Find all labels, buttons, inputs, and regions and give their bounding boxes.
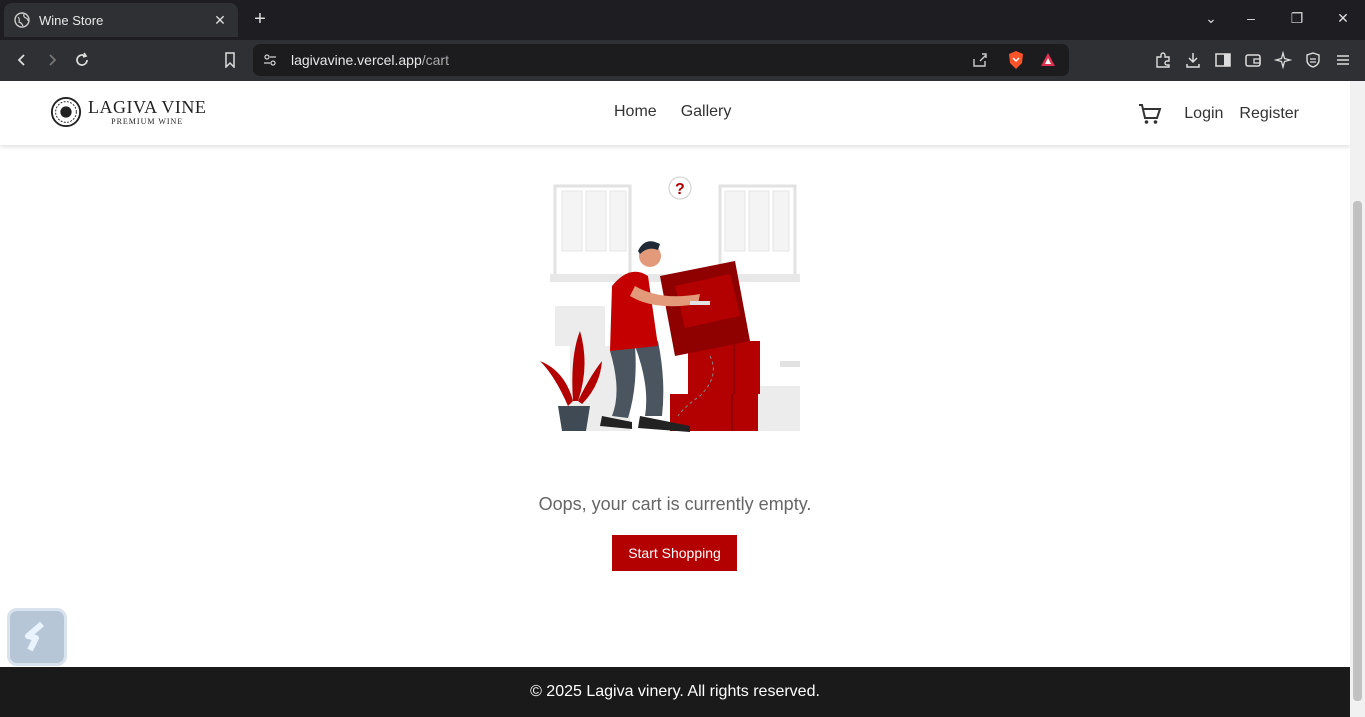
restore-icon[interactable]: ❐	[1287, 10, 1307, 30]
logo-tagline: PREMIUM WINE	[111, 117, 184, 126]
leo-ai-icon[interactable]	[1273, 50, 1293, 70]
url-path: /cart	[421, 52, 449, 68]
minimize-icon[interactable]: –	[1241, 10, 1261, 30]
close-tab-icon[interactable]: ✕	[212, 12, 228, 28]
page: LAGIVA VINE PREMIUM WINE Home Gallery Lo…	[0, 81, 1350, 717]
extensions-icon[interactable]	[1153, 50, 1173, 70]
url-host: lagivavine.vercel.app	[291, 52, 422, 68]
vpn-icon[interactable]	[1303, 50, 1323, 70]
browser-tab-bar: Wine Store ✕ + ⌄ – ❐ ✕	[0, 0, 1365, 40]
logo[interactable]: LAGIVA VINE PREMIUM WINE	[50, 95, 206, 129]
url-text: lagivavine.vercel.app/cart	[291, 52, 449, 68]
tab-title: Wine Store	[39, 12, 104, 28]
wallet-icon[interactable]	[1243, 50, 1263, 70]
reload-icon[interactable]	[72, 50, 92, 70]
empty-cart-illustration: ?	[540, 176, 800, 432]
menu-icon[interactable]	[1333, 50, 1353, 70]
user-nav: Login Register	[1138, 103, 1299, 125]
start-shopping-button[interactable]: Start Shopping	[612, 535, 737, 571]
floating-widget-button[interactable]	[7, 608, 67, 666]
share-icon[interactable]	[971, 51, 989, 69]
brave-rewards-icon[interactable]	[1039, 51, 1057, 69]
widget-logo-icon	[25, 621, 44, 652]
download-icon[interactable]	[1183, 50, 1203, 70]
address-bar[interactable]: lagivavine.vercel.app/cart	[253, 44, 1069, 76]
register-link[interactable]: Register	[1239, 105, 1299, 123]
svg-text:?: ?	[675, 181, 685, 198]
site-footer: © 2025 Lagiva vinery. All rights reserve…	[0, 667, 1350, 717]
back-icon[interactable]	[12, 50, 32, 70]
sidebar-icon[interactable]	[1213, 50, 1233, 70]
wine-logo-icon	[50, 96, 82, 128]
main-nav: Home Gallery	[614, 103, 731, 121]
globe-icon	[14, 12, 30, 28]
bookmark-icon[interactable]	[220, 50, 240, 70]
scroll-thumb[interactable]	[1353, 201, 1362, 701]
brave-shield-icon[interactable]	[1007, 50, 1025, 70]
footer-copyright: © 2025 Lagiva vinery. All rights reserve…	[530, 683, 820, 700]
login-link[interactable]: Login	[1184, 105, 1223, 123]
logo-name: LAGIVA VINE	[88, 97, 207, 117]
page-scrollbar[interactable]	[1350, 81, 1365, 717]
site-header: LAGIVA VINE PREMIUM WINE Home Gallery Lo…	[0, 81, 1350, 145]
forward-icon[interactable]	[42, 50, 62, 70]
empty-cart-message: Oops, your cart is currently empty.	[538, 494, 812, 514]
new-tab-icon[interactable]: +	[250, 9, 270, 30]
site-settings-icon[interactable]	[263, 53, 277, 67]
cart-icon[interactable]	[1138, 103, 1162, 125]
nav-home[interactable]: Home	[614, 103, 657, 121]
close-window-icon[interactable]: ✕	[1333, 10, 1353, 30]
chevron-down-icon[interactable]: ⌄	[1201, 10, 1221, 30]
browser-toolbar: lagivavine.vercel.app/cart	[0, 40, 1365, 81]
nav-gallery[interactable]: Gallery	[681, 103, 732, 121]
browser-tab[interactable]: Wine Store ✕	[4, 3, 238, 37]
